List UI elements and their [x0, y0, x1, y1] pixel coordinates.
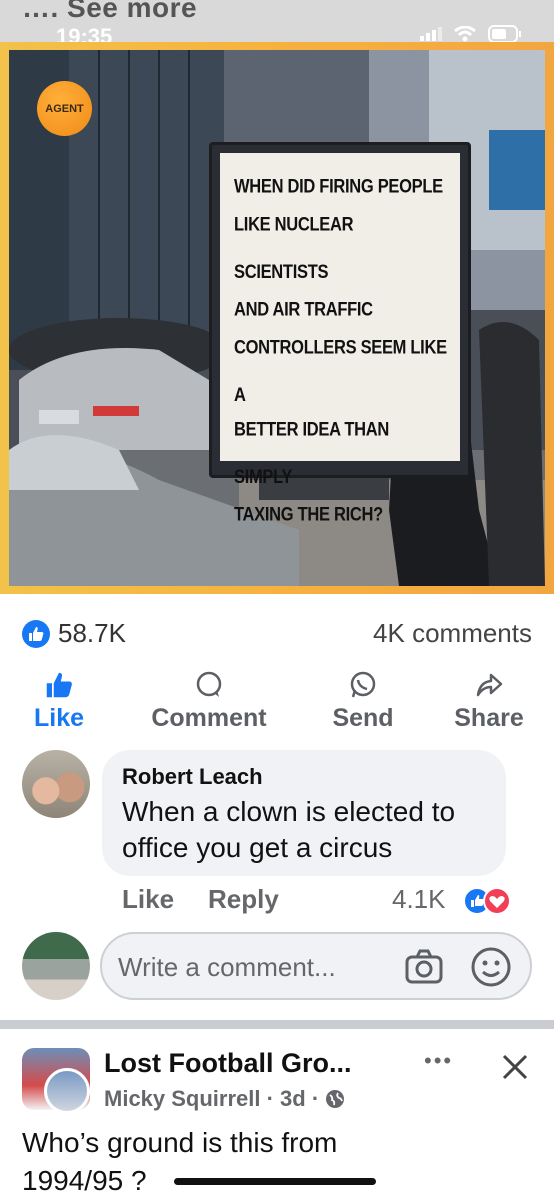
agent-badge: AGENT	[37, 81, 92, 136]
comment-icon	[196, 671, 222, 697]
write-comment-field[interactable]: Write a comment...	[100, 932, 532, 1000]
poster-line: BETTER IDEA THAN SIMPLY	[234, 419, 390, 488]
thumbs-up-icon	[46, 672, 72, 698]
poster-name[interactable]: Micky Squirrell · 3d ·	[104, 1086, 319, 1111]
poster: WHEN DID FIRING PEOPLE LIKE NUCLEAR SCIE…	[220, 153, 460, 525]
comment-label: Comment	[151, 704, 267, 732]
group-name[interactable]: Lost Football Gro...	[104, 1048, 351, 1079]
poster-line: LIKE NUCLEAR SCIENTISTS	[234, 214, 354, 283]
action-bar: Like Comment Send Share	[0, 668, 554, 738]
battery-icon	[488, 25, 521, 43]
comment-like-button[interactable]: Like	[122, 884, 174, 915]
globe-icon	[326, 1090, 345, 1108]
comment-reaction-count[interactable]: 4.1K	[392, 884, 446, 915]
camera-icon[interactable]	[404, 948, 444, 986]
post-divider	[0, 1020, 554, 1029]
send-label: Send	[332, 704, 394, 732]
whatsapp-icon	[350, 671, 376, 698]
status-bar: …. See more 19:35	[0, 0, 554, 49]
share-label: Share	[454, 704, 524, 732]
comment-reply-button[interactable]: Reply	[208, 884, 279, 915]
see-more-link[interactable]: …. See more	[22, 0, 197, 24]
share-icon	[476, 673, 503, 697]
smiley-icon[interactable]	[470, 946, 512, 988]
poster-line: CONTROLLERS SEEM LIKE A	[234, 337, 447, 406]
status-icons	[420, 25, 522, 43]
like-label: Like	[33, 704, 85, 732]
comment-author[interactable]: Robert Leach	[122, 764, 486, 790]
home-indicator	[174, 1178, 376, 1185]
like-button[interactable]: Like	[26, 668, 92, 733]
more-icon: •••	[424, 1048, 454, 1073]
comment-reactions-icon	[463, 887, 511, 915]
post-photo[interactable]: AGENT WHEN DID FIRING PEOPLE LIKE NUCLEA…	[0, 42, 554, 594]
comments-count[interactable]: 4K comments	[373, 618, 532, 649]
write-comment-placeholder: Write a comment...	[118, 952, 336, 982]
post-text: Who’s ground is this from 1994/95 ?	[22, 1127, 338, 1196]
send-button[interactable]: Send	[322, 668, 404, 733]
comment-bubble[interactable]: Robert Leach When a clown is elected to …	[102, 750, 506, 876]
facebook-post-screen: …. See more 19:35 AGENT WHEN DID FIRING …	[0, 0, 554, 1200]
like-reaction-icon	[22, 619, 50, 648]
comment-button[interactable]: Comment	[136, 668, 282, 733]
share-button[interactable]: Share	[442, 668, 536, 733]
more-options-button[interactable]: •••	[424, 1048, 453, 1074]
poster-line: TAXING THE RICH?	[234, 504, 383, 526]
likes-count: 58.7K	[58, 618, 126, 648]
comment-text: When a clown is elected to office you ge…	[122, 796, 456, 863]
wifi-icon	[454, 26, 476, 42]
poster-avatar[interactable]	[44, 1068, 90, 1114]
my-avatar[interactable]	[22, 932, 90, 1000]
photo-scene: AGENT WHEN DID FIRING PEOPLE LIKE NUCLEA…	[9, 50, 545, 586]
close-icon[interactable]	[500, 1052, 530, 1082]
likes-summary[interactable]: 58.7K	[22, 618, 126, 649]
signal-icon	[420, 27, 442, 41]
commenter-avatar[interactable]	[22, 750, 90, 818]
reaction-counts: 58.7K 4K comments	[0, 612, 554, 652]
poster-meta: Micky Squirrell · 3d ·	[104, 1086, 345, 1112]
billboard: WHEN DID FIRING PEOPLE LIKE NUCLEAR SCIE…	[209, 142, 471, 525]
